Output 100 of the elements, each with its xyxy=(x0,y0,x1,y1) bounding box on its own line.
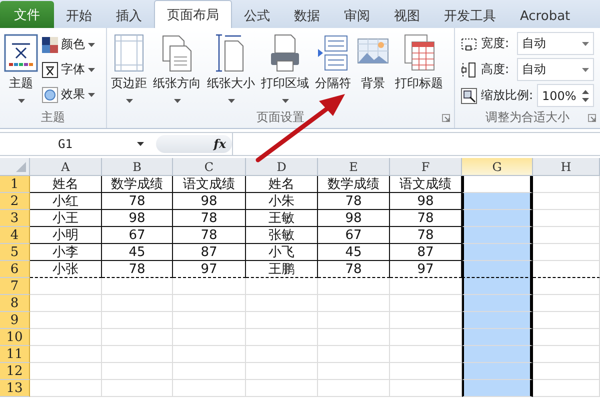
table-cell: 王鹏 xyxy=(246,261,318,278)
table-cell xyxy=(246,329,318,346)
table-cell xyxy=(246,380,318,397)
table-cell: 67 xyxy=(318,227,390,244)
ribbon-tab[interactable]: 开发工具 xyxy=(432,4,508,28)
column-header[interactable]: G xyxy=(462,158,533,176)
theme-button[interactable]: 主题 xyxy=(2,32,40,108)
table-cell xyxy=(246,312,318,329)
table-cell xyxy=(102,278,173,295)
table-cell xyxy=(246,363,318,380)
table-cell xyxy=(533,278,600,295)
table-cell xyxy=(462,193,533,210)
ribbon-tab[interactable]: 公式 xyxy=(232,4,282,28)
table-cell xyxy=(462,363,533,380)
ribbon-button[interactable]: 分隔符 xyxy=(313,32,353,108)
row-header[interactable]: 4 xyxy=(0,227,30,244)
column-header[interactable]: H xyxy=(533,158,600,176)
table-cell xyxy=(462,244,533,261)
dialog-launcher-icon[interactable] xyxy=(442,114,450,122)
group-title: 调整为合适大小 xyxy=(484,109,570,126)
effects-icon xyxy=(42,86,58,102)
row-header[interactable]: 2 xyxy=(0,193,30,210)
caret-icon xyxy=(582,42,589,46)
table-cell: 78 xyxy=(102,193,173,210)
table-cell xyxy=(462,210,533,227)
ribbon-button[interactable]: 纸张大小 xyxy=(205,32,257,108)
caret-icon xyxy=(582,68,589,72)
ribbon-tab[interactable]: 文件 xyxy=(0,1,54,28)
dialog-launcher-icon[interactable] xyxy=(588,114,596,122)
table-cell: 97 xyxy=(173,261,246,278)
table-cell: 数学成绩 xyxy=(102,176,173,193)
table-cell: 小红 xyxy=(30,193,102,210)
column-header[interactable]: C xyxy=(173,158,246,176)
ribbon-button[interactable]: 效果 xyxy=(42,84,95,105)
table-cell xyxy=(462,380,533,397)
ribbon-button[interactable]: 纸张方向 xyxy=(151,32,203,108)
ribbon-button[interactable]: 颜色 xyxy=(42,34,95,55)
table-cell: 78 xyxy=(173,227,246,244)
table-cell xyxy=(533,346,600,363)
table-cell xyxy=(318,278,390,295)
name-box[interactable]: G1 xyxy=(0,134,150,154)
row-header[interactable]: 13 xyxy=(0,380,30,397)
table-cell: 78 xyxy=(318,261,390,278)
ribbon-button[interactable]: 打印区域 xyxy=(259,32,311,108)
row-header[interactable]: 7 xyxy=(0,278,30,295)
row-header[interactable]: 1 xyxy=(0,176,30,193)
table-cell: 语文成绩 xyxy=(173,176,246,193)
row-header[interactable]: 6 xyxy=(0,261,30,278)
ribbon-tab[interactable]: 视图 xyxy=(382,4,432,28)
row-header[interactable]: 12 xyxy=(0,363,30,380)
table-cell xyxy=(462,329,533,346)
dropdown-field[interactable]: 自动 xyxy=(517,58,594,81)
row-header[interactable]: 3 xyxy=(0,210,30,227)
row-header[interactable]: 9 xyxy=(0,312,30,329)
ribbon-tab[interactable]: 页面布局 xyxy=(154,0,232,28)
insert-function-button[interactable]: fx xyxy=(214,137,226,151)
table-cell xyxy=(462,295,533,312)
table-cell: 张敏 xyxy=(246,227,318,244)
zoom-icon xyxy=(461,88,477,104)
row-header[interactable]: 11 xyxy=(0,346,30,363)
ribbon-tab[interactable]: 审阅 xyxy=(332,4,382,28)
table-cell: 小朱 xyxy=(246,193,318,210)
pages-icon xyxy=(161,34,193,72)
table-cell: 98 xyxy=(173,193,246,210)
row-header[interactable]: 10 xyxy=(0,329,30,346)
dropdown-field[interactable]: 自动 xyxy=(517,32,594,55)
ribbon-tab[interactable]: Acrobat xyxy=(508,4,582,28)
table-cell xyxy=(462,346,533,363)
ribbon-button[interactable]: 字体 xyxy=(42,59,95,80)
table-cell xyxy=(102,363,173,380)
column-header[interactable]: F xyxy=(390,158,462,176)
spin-arrows-icon xyxy=(582,88,589,102)
column-header[interactable]: A xyxy=(30,158,102,176)
group-title: 主题 xyxy=(40,109,66,126)
ribbon-tab[interactable]: 数据 xyxy=(282,4,332,28)
table-cell xyxy=(462,261,533,278)
table-cell xyxy=(102,346,173,363)
height-icon xyxy=(461,62,477,78)
column-header[interactable]: E xyxy=(318,158,390,176)
row-header[interactable]: 8 xyxy=(0,295,30,312)
spin-field[interactable]: 100% xyxy=(537,84,594,107)
table-cell: 45 xyxy=(318,244,390,261)
column-header[interactable]: D xyxy=(246,158,318,176)
ribbon-button[interactable]: 页边距 xyxy=(109,32,149,108)
column-header[interactable]: B xyxy=(102,158,173,176)
table-cell xyxy=(462,312,533,329)
ribbon-button[interactable]: 打印标题 xyxy=(393,32,445,108)
ribbon-button[interactable]: 背景 xyxy=(355,32,391,108)
table-cell: 78 xyxy=(102,261,173,278)
table-cell: 98 xyxy=(318,210,390,227)
table-cell xyxy=(318,346,390,363)
table-cell xyxy=(533,380,600,397)
table-cell xyxy=(533,176,600,193)
table-cell xyxy=(533,193,600,210)
field-label: 缩放比例: xyxy=(481,87,533,104)
ribbon-tab[interactable]: 插入 xyxy=(104,4,154,28)
caret-icon xyxy=(137,142,144,146)
row-header[interactable]: 5 xyxy=(0,244,30,261)
ribbon-tab[interactable]: 开始 xyxy=(54,4,104,28)
table-cell: 小王 xyxy=(30,210,102,227)
